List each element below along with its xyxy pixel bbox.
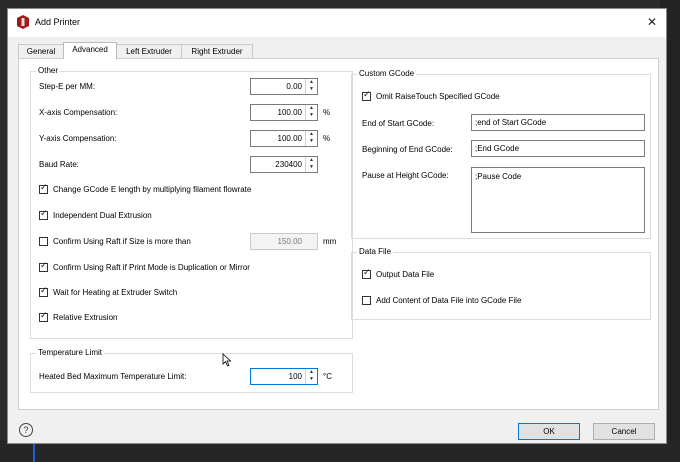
tab-left-extruder[interactable]: Left Extruder [116, 44, 182, 58]
confirm-raft-mode-checkbox[interactable] [39, 261, 48, 272]
y-comp-spinbox[interactable]: 100.00 ▲ ▼ [250, 130, 318, 147]
ok-button[interactable]: OK [518, 423, 580, 440]
baud-rate-spinbox[interactable]: 230400 ▲ ▼ [250, 156, 318, 173]
x-comp-spin-buttons: ▲ ▼ [305, 105, 317, 120]
custom-gcode-group: Custom GCode Omit RaiseTouch Specified G… [351, 69, 651, 239]
tab-advanced[interactable]: Advanced [63, 42, 117, 59]
independent-dual-label[interactable]: Independent Dual Extrusion [53, 211, 152, 220]
confirm-raft-size-checkbox[interactable] [39, 237, 48, 246]
x-comp-value: 100.00 [277, 108, 302, 117]
step-e-value: 0.00 [286, 82, 302, 91]
spin-down-icon[interactable]: ▼ [306, 86, 317, 93]
baud-rate-spin-buttons: ▲ ▼ [305, 157, 317, 172]
spin-up-icon[interactable]: ▲ [306, 157, 317, 164]
confirm-raft-mode-label[interactable]: Confirm Using Raft if Print Mode is Dupl… [53, 263, 250, 272]
x-comp-label: X-axis Compensation: [39, 108, 118, 117]
spin-down-icon[interactable]: ▼ [306, 138, 317, 145]
raft-size-unit: mm [323, 237, 337, 246]
bed-max-temp-label: Heated Bed Maximum Temperature Limit: [39, 372, 187, 381]
custom-gcode-title: Custom GCode [357, 69, 417, 78]
spin-down-icon[interactable]: ▼ [306, 376, 317, 383]
y-comp-unit: % [323, 134, 331, 143]
wait-heating-label[interactable]: Wait for Heating at Extruder Switch [53, 288, 177, 297]
change-gcode-e-checkbox[interactable] [39, 183, 48, 194]
x-comp-spinbox[interactable]: 100.00 ▲ ▼ [250, 104, 318, 121]
raft-size-value: 150.00 [277, 237, 302, 246]
temperature-limit-group: Temperature Limit Heated Bed Maximum Tem… [30, 348, 353, 393]
bed-max-temp-value: 100 [288, 372, 302, 381]
other-group: Other Step-E per MM: 0.00 ▲ ▼ X-axis Com… [30, 66, 353, 339]
other-group-title: Other [36, 66, 61, 75]
bed-max-temp-spinbox[interactable]: 100 ▲ ▼ [250, 368, 318, 385]
raft-size-spinbox: 150.00 [250, 233, 318, 250]
spin-down-icon[interactable]: ▼ [306, 164, 317, 171]
step-e-spin-buttons: ▲ ▼ [305, 79, 317, 94]
bed-max-temp-spin-buttons: ▲ ▼ [305, 369, 317, 384]
tab-general[interactable]: General [18, 44, 64, 58]
spin-up-icon[interactable]: ▲ [306, 369, 317, 376]
spin-up-icon[interactable]: ▲ [306, 79, 317, 86]
relative-extrusion-checkbox[interactable] [39, 311, 48, 322]
omit-raisetouch-label[interactable]: Omit RaiseTouch Specified GCode [376, 92, 500, 101]
pause-gcode-label: Pause at Height GCode: [362, 171, 449, 180]
close-button[interactable]: ✕ [642, 13, 662, 31]
data-file-title: Data File [357, 247, 394, 256]
output-data-file-checkbox[interactable] [362, 268, 371, 279]
add-content-checkbox[interactable] [362, 296, 371, 305]
output-data-file-label[interactable]: Output Data File [376, 270, 434, 279]
bed-max-temp-unit: °C [323, 372, 332, 381]
advanced-tab-panel: Other Step-E per MM: 0.00 ▲ ▼ X-axis Com… [18, 58, 659, 410]
step-e-label: Step-E per MM: [39, 82, 96, 91]
cancel-button[interactable]: Cancel [593, 423, 655, 440]
change-gcode-e-label[interactable]: Change GCode E length by multiplying fil… [53, 185, 251, 194]
baud-rate-label: Baud Rate: [39, 160, 80, 169]
omit-raisetouch-checkbox[interactable] [362, 90, 371, 101]
add-printer-dialog: Add Printer ✕ General Advanced Left Extr… [7, 8, 667, 444]
begin-end-gcode-field[interactable]: ;End GCode [471, 140, 645, 157]
window-title: Add Printer [35, 17, 81, 27]
spin-up-icon[interactable]: ▲ [306, 131, 317, 138]
wait-heating-checkbox[interactable] [39, 286, 48, 297]
help-icon[interactable]: ? [19, 423, 33, 437]
data-file-group: Data File Output Data File Add Content o… [351, 247, 651, 320]
y-comp-value: 100.00 [277, 134, 302, 143]
independent-dual-checkbox[interactable] [39, 209, 48, 220]
title-bar: Add Printer ✕ [8, 9, 666, 37]
end-start-gcode-label: End of Start GCode: [362, 119, 435, 128]
spin-up-icon[interactable]: ▲ [306, 105, 317, 112]
tab-right-extruder[interactable]: Right Extruder [181, 44, 253, 58]
printer-logo-icon [17, 15, 29, 29]
y-comp-spin-buttons: ▲ ▼ [305, 131, 317, 146]
spin-down-icon[interactable]: ▼ [306, 112, 317, 119]
baud-rate-value: 230400 [275, 160, 302, 169]
pause-gcode-textarea[interactable]: ;Pause Code [471, 167, 645, 233]
end-start-gcode-field[interactable]: ;end of Start GCode [471, 114, 645, 131]
step-e-spinbox[interactable]: 0.00 ▲ ▼ [250, 78, 318, 95]
temperature-limit-title: Temperature Limit [36, 348, 105, 357]
confirm-raft-size-label[interactable]: Confirm Using Raft if Size is more than [53, 237, 191, 246]
relative-extrusion-label[interactable]: Relative Extrusion [53, 313, 117, 322]
mouse-cursor-icon [222, 353, 232, 367]
begin-end-gcode-label: Beginning of End GCode: [362, 145, 453, 154]
x-comp-unit: % [323, 108, 331, 117]
y-comp-label: Y-axis Compensation: [39, 134, 117, 143]
add-content-label[interactable]: Add Content of Data File into GCode File [376, 296, 521, 305]
